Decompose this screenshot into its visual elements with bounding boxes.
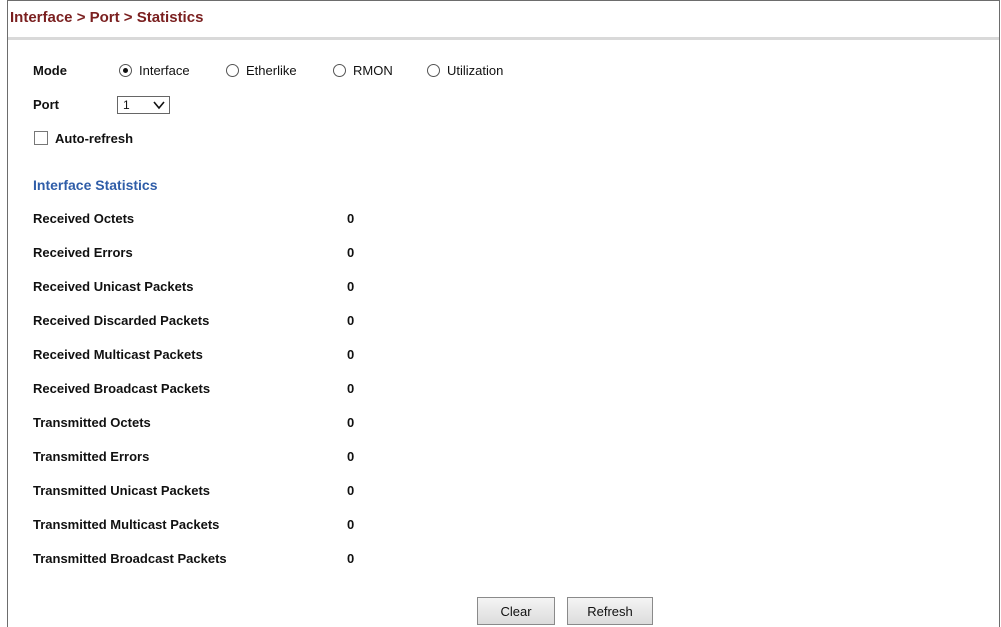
stat-value: 0 (347, 313, 355, 328)
port-select[interactable]: 1 (117, 96, 170, 114)
section-title: Interface Statistics (33, 177, 158, 193)
mode-option-label: RMON (353, 63, 393, 78)
stat-name: Transmitted Octets (33, 415, 151, 430)
stat-value: 0 (347, 347, 355, 362)
stat-value: 0 (347, 483, 355, 498)
page-header: Interface > Port > Statistics (8, 1, 999, 40)
mode-option-interface[interactable]: Interface (119, 63, 190, 78)
stat-name: Transmitted Broadcast Packets (33, 551, 227, 566)
stat-row: Transmitted Broadcast Packets 0 (33, 551, 373, 571)
radio-rmon[interactable] (333, 64, 346, 77)
mode-option-etherlike[interactable]: Etherlike (226, 63, 297, 78)
stat-name: Received Unicast Packets (33, 279, 194, 294)
stat-value: 0 (347, 279, 355, 294)
port-label: Port (33, 97, 59, 112)
port-select-value: 1 (123, 98, 130, 112)
auto-refresh-checkbox[interactable] (34, 131, 48, 145)
mode-label: Mode (33, 63, 67, 78)
stat-value: 0 (347, 517, 355, 532)
stat-row: Received Broadcast Packets 0 (33, 381, 373, 401)
stat-value: 0 (347, 551, 355, 566)
stat-row: Received Multicast Packets 0 (33, 347, 373, 367)
mode-option-rmon[interactable]: RMON (333, 63, 393, 78)
stat-name: Received Errors (33, 245, 133, 260)
mode-option-label: Utilization (447, 63, 504, 78)
stat-row: Transmitted Errors 0 (33, 449, 373, 469)
stat-row: Received Discarded Packets 0 (33, 313, 373, 333)
stat-name: Received Broadcast Packets (33, 381, 211, 396)
stat-value: 0 (347, 211, 355, 226)
radio-utilization[interactable] (427, 64, 440, 77)
radio-interface[interactable] (119, 64, 132, 77)
stat-row: Received Unicast Packets 0 (33, 279, 373, 299)
chevron-down-icon (152, 100, 166, 110)
stat-row: Transmitted Octets 0 (33, 415, 373, 435)
auto-refresh-label: Auto-refresh (55, 131, 134, 146)
stat-row: Received Octets 0 (33, 211, 373, 231)
stat-name: Received Multicast Packets (33, 347, 203, 362)
mode-option-utilization[interactable]: Utilization (427, 63, 503, 78)
clear-button[interactable]: Clear (477, 597, 555, 625)
stat-name: Transmitted Multicast Packets (33, 517, 220, 532)
stat-value: 0 (347, 245, 355, 260)
stat-value: 0 (347, 415, 355, 430)
stat-name: Transmitted Unicast Packets (33, 483, 211, 498)
stat-name: Received Discarded Packets (33, 313, 210, 328)
stat-name: Received Octets (33, 211, 135, 226)
stat-name: Transmitted Errors (33, 449, 150, 464)
stat-row: Transmitted Unicast Packets 0 (33, 483, 373, 503)
refresh-button[interactable]: Refresh (567, 597, 653, 625)
stat-value: 0 (347, 449, 355, 464)
breadcrumb: Interface > Port > Statistics (10, 9, 204, 26)
stat-row: Received Errors 0 (33, 245, 373, 265)
mode-option-label: Interface (139, 63, 190, 78)
mode-option-label: Etherlike (246, 63, 297, 78)
stat-row: Transmitted Multicast Packets 0 (33, 517, 373, 537)
radio-etherlike[interactable] (226, 64, 239, 77)
stat-value: 0 (347, 381, 355, 396)
